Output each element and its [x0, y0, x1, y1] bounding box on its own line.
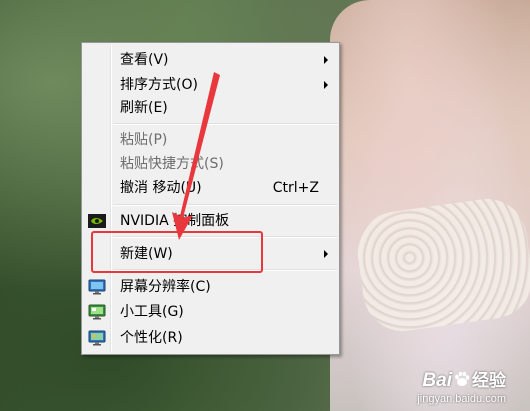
menu-item-label: NVIDIA 控制面板: [120, 213, 230, 229]
submenu-arrow-icon: [324, 56, 328, 64]
menu-item-label: 粘贴(P): [120, 132, 168, 148]
menu-item-paste: 粘贴(P): [84, 128, 337, 152]
menu-item-gadgets[interactable]: 小工具(G): [84, 300, 337, 324]
display-resolution-icon: [88, 278, 106, 296]
menu-item-undo-move[interactable]: 撤消 移动(U) Ctrl+Z: [84, 176, 337, 200]
menu-item-paste-shortcut: 粘贴快捷方式(S): [84, 152, 337, 176]
watermark-logo-left: Bai: [422, 370, 452, 391]
watermark-logo-right: 经验: [472, 371, 506, 390]
desktop-context-menu: 查看(V) 排序方式(O) 刷新(E) 粘贴(P) 粘贴快捷方式(S) 撤消 移…: [81, 42, 340, 355]
wallpaper-lace: [352, 193, 530, 337]
watermark-url: jingyan.baidu.com: [417, 393, 506, 405]
baidu-paw-icon: [453, 370, 471, 388]
menu-item-nvidia-control-panel[interactable]: NVIDIA 控制面板: [84, 209, 337, 233]
baidu-jingyan-watermark: Bai 经验 jingyan.baidu.com: [417, 366, 506, 405]
menu-item-label: 个性化(R): [120, 330, 183, 346]
menu-item-label: 屏幕分辨率(C): [120, 279, 211, 295]
annotation-highlight-box: [91, 231, 263, 273]
menu-item-label: 刷新(E): [120, 100, 168, 116]
menu-separator: [113, 123, 337, 125]
submenu-arrow-icon: [324, 250, 328, 258]
personalize-icon: [88, 329, 106, 347]
menu-item-label: 撤消 移动(U): [120, 180, 202, 196]
menu-item-personalize[interactable]: 个性化(R): [84, 326, 337, 350]
menu-item-label: 粘贴快捷方式(S): [120, 156, 224, 172]
gadgets-icon: [88, 303, 106, 321]
menu-item-label: 排序方式(O): [120, 77, 198, 93]
menu-item-view[interactable]: 查看(V): [84, 48, 337, 72]
menu-item-label: 查看(V): [120, 52, 169, 68]
watermark-logo: Bai 经验: [417, 366, 506, 392]
menu-item-sort-by[interactable]: 排序方式(O): [84, 73, 337, 97]
nvidia-icon: [88, 212, 106, 230]
menu-separator: [113, 204, 337, 206]
menu-item-label: 小工具(G): [120, 304, 184, 320]
menu-item-refresh[interactable]: 刷新(E): [84, 96, 337, 120]
menu-item-screen-resolution[interactable]: 屏幕分辨率(C): [84, 275, 337, 299]
desktop-background[interactable]: 查看(V) 排序方式(O) 刷新(E) 粘贴(P) 粘贴快捷方式(S) 撤消 移…: [0, 0, 530, 411]
submenu-arrow-icon: [324, 81, 328, 89]
menu-item-shortcut: Ctrl+Z: [272, 180, 319, 196]
